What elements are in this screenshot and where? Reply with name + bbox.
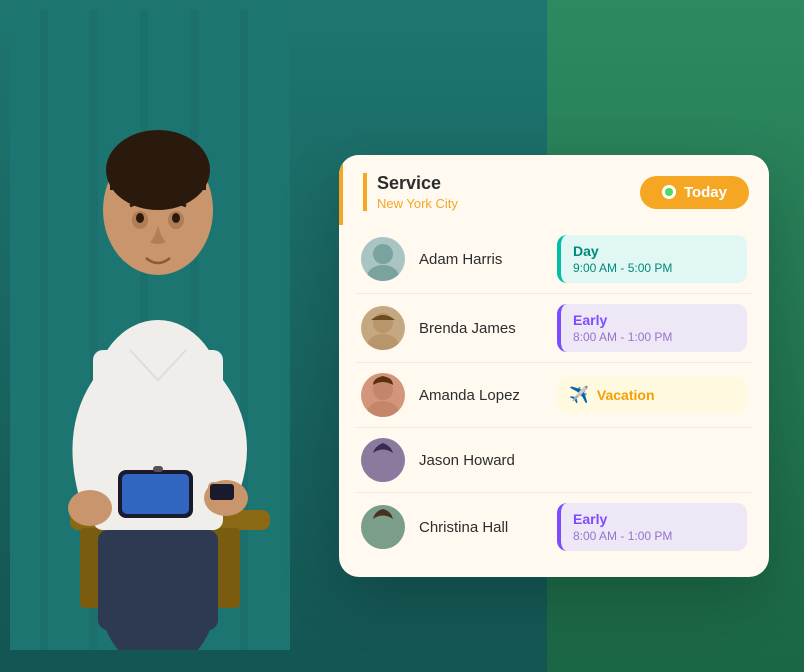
shift-label: Early — [573, 511, 735, 527]
status-dot — [662, 185, 676, 199]
avatar — [361, 237, 405, 281]
service-title: Service — [377, 173, 458, 194]
header-service-info: Service New York City — [363, 173, 458, 211]
shift-badge-vacation: ✈️ Vacation — [557, 377, 747, 413]
shift-label: Vacation — [597, 387, 655, 403]
person-illustration — [10, 10, 360, 650]
shift-label: Early — [573, 312, 735, 328]
shift-time: 8:00 AM - 1:00 PM — [573, 529, 735, 543]
shift-badge-early: Early 8:00 AM - 1:00 PM — [557, 503, 747, 551]
employee-name: Adam Harris — [419, 251, 549, 268]
table-row[interactable]: Brenda James Early 8:00 AM - 1:00 PM — [355, 294, 753, 363]
table-row[interactable]: Amanda Lopez ✈️ Vacation — [355, 363, 753, 428]
table-row[interactable]: Jason Howard — [355, 428, 753, 493]
shift-badge-early: Early 8:00 AM - 1:00 PM — [557, 304, 747, 352]
shift-time: 8:00 AM - 1:00 PM — [573, 330, 735, 344]
avatar — [361, 438, 405, 482]
scheduling-card: Service New York City Today Adam Harris … — [339, 155, 769, 577]
avatar — [361, 505, 405, 549]
today-badge[interactable]: Today — [640, 176, 749, 209]
airplane-icon: ✈️ — [569, 385, 589, 405]
table-row[interactable]: Adam Harris Day 9:00 AM - 5:00 PM — [355, 225, 753, 294]
card-header: Service New York City Today — [339, 155, 769, 225]
shift-label: Day — [573, 243, 735, 259]
employee-name: Brenda James — [419, 320, 549, 337]
employee-list: Adam Harris Day 9:00 AM - 5:00 PM Brenda… — [339, 225, 769, 577]
shift-time: 9:00 AM - 5:00 PM — [573, 261, 735, 275]
employee-name: Christina Hall — [419, 519, 549, 536]
service-subtitle: New York City — [377, 196, 458, 211]
avatar — [361, 373, 405, 417]
avatar — [361, 306, 405, 350]
employee-name: Jason Howard — [419, 452, 549, 469]
shift-badge-day: Day 9:00 AM - 5:00 PM — [557, 235, 747, 283]
today-label: Today — [684, 184, 727, 201]
employee-name: Amanda Lopez — [419, 387, 549, 404]
table-row[interactable]: Christina Hall Early 8:00 AM - 1:00 PM — [355, 493, 753, 561]
